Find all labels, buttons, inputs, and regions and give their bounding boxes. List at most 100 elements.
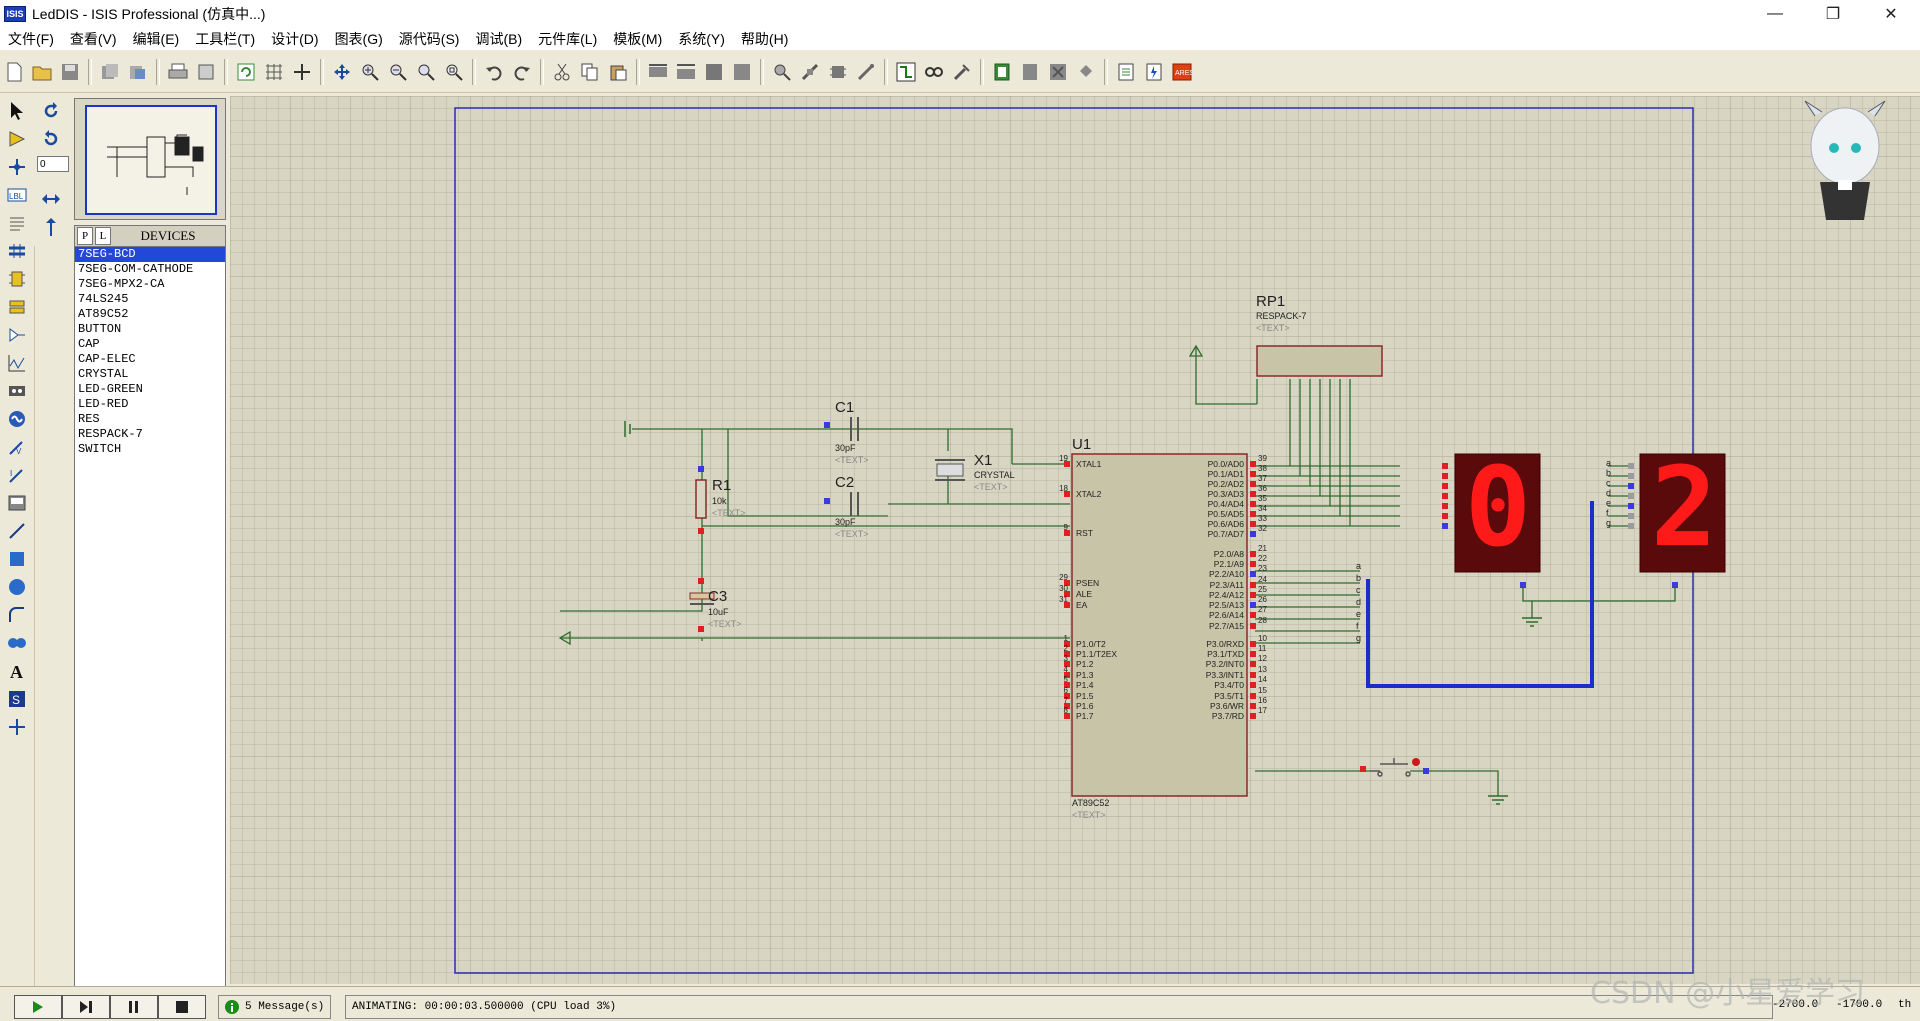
- subcircuit-icon[interactable]: [3, 266, 31, 292]
- menu-template[interactable]: 模板(M): [605, 29, 670, 49]
- zoom-to-child-icon[interactable]: [1073, 59, 1099, 85]
- menu-library[interactable]: 元件库(L): [530, 29, 605, 49]
- pause-button[interactable]: [110, 995, 158, 1019]
- component-mode-icon[interactable]: [3, 126, 31, 152]
- rotation-angle-field[interactable]: [37, 156, 69, 172]
- block-copy-icon[interactable]: [645, 59, 671, 85]
- pick-device-icon[interactable]: [769, 59, 795, 85]
- property-assign-icon[interactable]: [949, 59, 975, 85]
- restore-button[interactable]: ❐: [1804, 0, 1862, 28]
- ares-icon[interactable]: ARES: [1169, 59, 1195, 85]
- device-item[interactable]: CAP: [75, 337, 225, 352]
- mirror-horizontal-icon[interactable]: [37, 186, 65, 212]
- search-tag-icon[interactable]: [921, 59, 947, 85]
- menu-edit[interactable]: 编辑(E): [125, 29, 188, 49]
- line-draw-icon[interactable]: [3, 518, 31, 544]
- print-area-icon[interactable]: [193, 59, 219, 85]
- menu-graph[interactable]: 图表(G): [327, 29, 391, 49]
- device-item[interactable]: 7SEG-BCD: [75, 247, 225, 262]
- generator-mode-icon[interactable]: [3, 406, 31, 432]
- selection-mode-icon[interactable]: [3, 98, 31, 124]
- cut-icon[interactable]: [549, 59, 575, 85]
- device-item[interactable]: SWITCH: [75, 442, 225, 457]
- mirror-vertical-icon[interactable]: [37, 214, 65, 240]
- junction-dot-icon[interactable]: [3, 154, 31, 180]
- grid-icon[interactable]: [261, 59, 287, 85]
- device-pins-icon[interactable]: [3, 322, 31, 348]
- open-folder-icon[interactable]: [29, 59, 55, 85]
- box-draw-icon[interactable]: [3, 546, 31, 572]
- zoom-area-icon[interactable]: [441, 59, 467, 85]
- device-item[interactable]: 7SEG-COM-CATHODE: [75, 262, 225, 277]
- menu-view[interactable]: 查看(V): [62, 29, 125, 49]
- make-device-icon[interactable]: [797, 59, 823, 85]
- device-item[interactable]: BUTTON: [75, 322, 225, 337]
- current-probe-icon[interactable]: I: [3, 462, 31, 488]
- zoom-out-icon[interactable]: [385, 59, 411, 85]
- stop-button[interactable]: [158, 995, 206, 1019]
- block-move-icon[interactable]: [673, 59, 699, 85]
- arc-draw-icon[interactable]: [3, 602, 31, 628]
- zoom-in-icon[interactable]: [357, 59, 383, 85]
- device-item[interactable]: AT89C52: [75, 307, 225, 322]
- overview-window[interactable]: [74, 98, 226, 220]
- overview-viewport[interactable]: [85, 105, 217, 215]
- zoom-all-icon[interactable]: [413, 59, 439, 85]
- exit-to-parent-icon[interactable]: [1045, 59, 1071, 85]
- device-item[interactable]: CAP-ELEC: [75, 352, 225, 367]
- bill-of-materials-icon[interactable]: [1113, 59, 1139, 85]
- bus-icon[interactable]: [3, 238, 31, 264]
- text-script-icon[interactable]: [3, 210, 31, 236]
- menu-file[interactable]: 文件(F): [0, 29, 62, 49]
- schematic-canvas[interactable]: 0 2 RP1 RESPACK-7 <TEXT> C1 30pF <TEXT> …: [230, 96, 1920, 984]
- device-item[interactable]: LED-GREEN: [75, 382, 225, 397]
- device-item[interactable]: LED-RED: [75, 397, 225, 412]
- paste-icon[interactable]: [605, 59, 631, 85]
- block-delete-icon[interactable]: [729, 59, 755, 85]
- device-item[interactable]: 7SEG-MPX2-CA: [75, 277, 225, 292]
- package-tool-icon[interactable]: [825, 59, 851, 85]
- library-manager-button[interactable]: L: [95, 227, 111, 245]
- device-item[interactable]: RES: [75, 412, 225, 427]
- undo-icon[interactable]: [481, 59, 507, 85]
- new-file-icon[interactable]: [1, 59, 27, 85]
- voltage-probe-icon[interactable]: V: [3, 434, 31, 460]
- device-item[interactable]: 74LS245: [75, 292, 225, 307]
- play-button[interactable]: [14, 995, 62, 1019]
- menu-toolbar[interactable]: 工具栏(T): [187, 29, 263, 49]
- menu-help[interactable]: 帮助(H): [733, 29, 796, 49]
- step-button[interactable]: [62, 995, 110, 1019]
- symbol-draw-icon[interactable]: S: [3, 686, 31, 712]
- origin-icon[interactable]: [289, 59, 315, 85]
- decompose-icon[interactable]: [853, 59, 879, 85]
- wire-label-icon[interactable]: LBL: [3, 182, 31, 208]
- wire-autoroute-icon[interactable]: [893, 59, 919, 85]
- close-button[interactable]: ✕: [1862, 0, 1920, 28]
- rotate-anticlockwise-icon[interactable]: [37, 126, 65, 152]
- menu-design[interactable]: 设计(D): [263, 29, 326, 49]
- menu-debug[interactable]: 调试(B): [467, 29, 530, 49]
- new-sheet-icon[interactable]: [989, 59, 1015, 85]
- print-icon[interactable]: [165, 59, 191, 85]
- rotate-clockwise-icon[interactable]: [37, 98, 65, 124]
- graph-mode-icon[interactable]: [3, 350, 31, 376]
- menu-source[interactable]: 源代码(S): [391, 29, 468, 49]
- circle-draw-icon[interactable]: [3, 574, 31, 600]
- copy-icon[interactable]: [577, 59, 603, 85]
- marker-icon[interactable]: [3, 714, 31, 740]
- save-icon[interactable]: [57, 59, 83, 85]
- menu-system[interactable]: 系统(Y): [670, 29, 733, 49]
- electrical-rule-check-icon[interactable]: [1141, 59, 1167, 85]
- block-rotate-icon[interactable]: [701, 59, 727, 85]
- refresh-icon[interactable]: [233, 59, 259, 85]
- terminals-mode-icon[interactable]: [3, 294, 31, 320]
- minimize-button[interactable]: —: [1746, 0, 1804, 28]
- import-icon[interactable]: [97, 59, 123, 85]
- pick-device-button[interactable]: P: [77, 227, 93, 245]
- device-item[interactable]: RESPACK-7: [75, 427, 225, 442]
- pan-icon[interactable]: [329, 59, 355, 85]
- device-item[interactable]: CRYSTAL: [75, 367, 225, 382]
- remove-sheet-icon[interactable]: [1017, 59, 1043, 85]
- text-draw-icon[interactable]: A: [3, 658, 31, 684]
- messages-panel[interactable]: 5 Message(s): [218, 995, 332, 1019]
